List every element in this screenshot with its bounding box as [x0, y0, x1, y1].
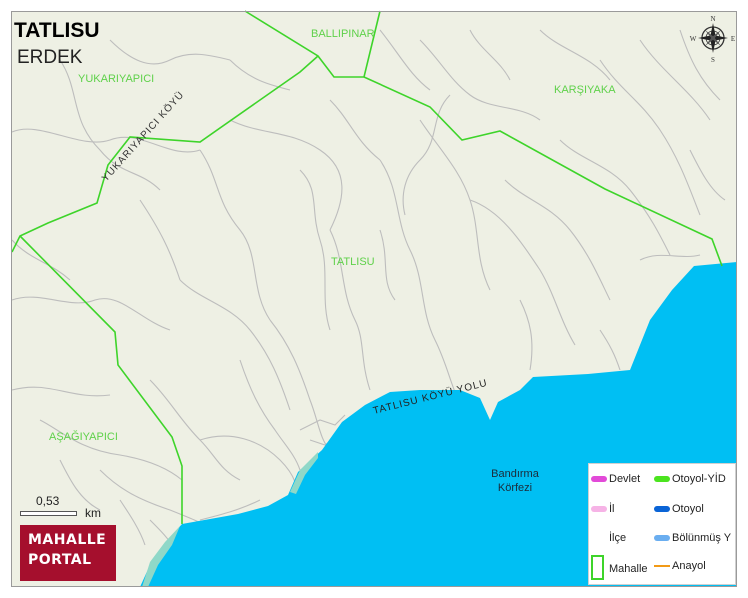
legend-swatch-otoyol — [654, 506, 670, 512]
label-ballipinar[interactable]: BALLIPINAR — [311, 28, 375, 40]
legend-swatch-anayol — [654, 565, 670, 567]
legend-devlet: Devlet — [609, 473, 641, 485]
scale-value: 0,53 — [36, 494, 60, 508]
legend-anayol: Anayol — [672, 560, 706, 572]
legend-mahalle: Mahalle — [609, 563, 648, 575]
page-title: TATLISU — [14, 19, 100, 42]
label-karsiyaka[interactable]: KARŞIYAKA — [554, 84, 616, 96]
legend-ilce: İlçe — [609, 532, 627, 544]
legend-otoyol: Otoyol — [672, 503, 704, 515]
logo-line1: MAHALLE — [28, 532, 107, 548]
compass-e: E — [731, 35, 735, 43]
legend-bolunmus: Bölünmüş Y — [672, 532, 732, 544]
compass-s: S — [711, 56, 715, 64]
logo-line2: PORTAL — [28, 552, 92, 568]
scale-bar — [20, 511, 77, 516]
map-legend: Devlet Otoyol-YİD İl Otoyol İlçe Bölünmü… — [588, 463, 736, 585]
bay-label-line2: Körfezi — [497, 482, 533, 494]
compass-n: N — [710, 15, 715, 23]
legend-swatch-otoyol-yid — [654, 476, 670, 482]
bay-label-line1: Bandırma — [491, 468, 539, 480]
mahalle-portal-logo[interactable]: MAHALLE PORTAL — [20, 525, 116, 581]
label-asagiyapici[interactable]: AŞAĞIYAPICI — [49, 431, 118, 443]
legend-swatch-il — [591, 506, 607, 512]
legend-otoyol-yid: Otoyol-YİD — [672, 473, 726, 485]
district-subtitle: ERDEK — [17, 47, 83, 68]
compass-w: W — [690, 35, 697, 43]
label-yukariyapici[interactable]: YUKARIYAPICI — [78, 73, 154, 85]
legend-swatch-bolunmus — [654, 535, 670, 541]
legend-il: İl — [609, 503, 615, 515]
legend-swatch-devlet — [591, 476, 607, 482]
label-tatlisu[interactable]: TATLISU — [331, 256, 375, 268]
scale-unit: km — [85, 506, 101, 520]
legend-swatch-mahalle — [591, 555, 604, 580]
bay-label: Bandırma Körfezi — [475, 467, 555, 495]
